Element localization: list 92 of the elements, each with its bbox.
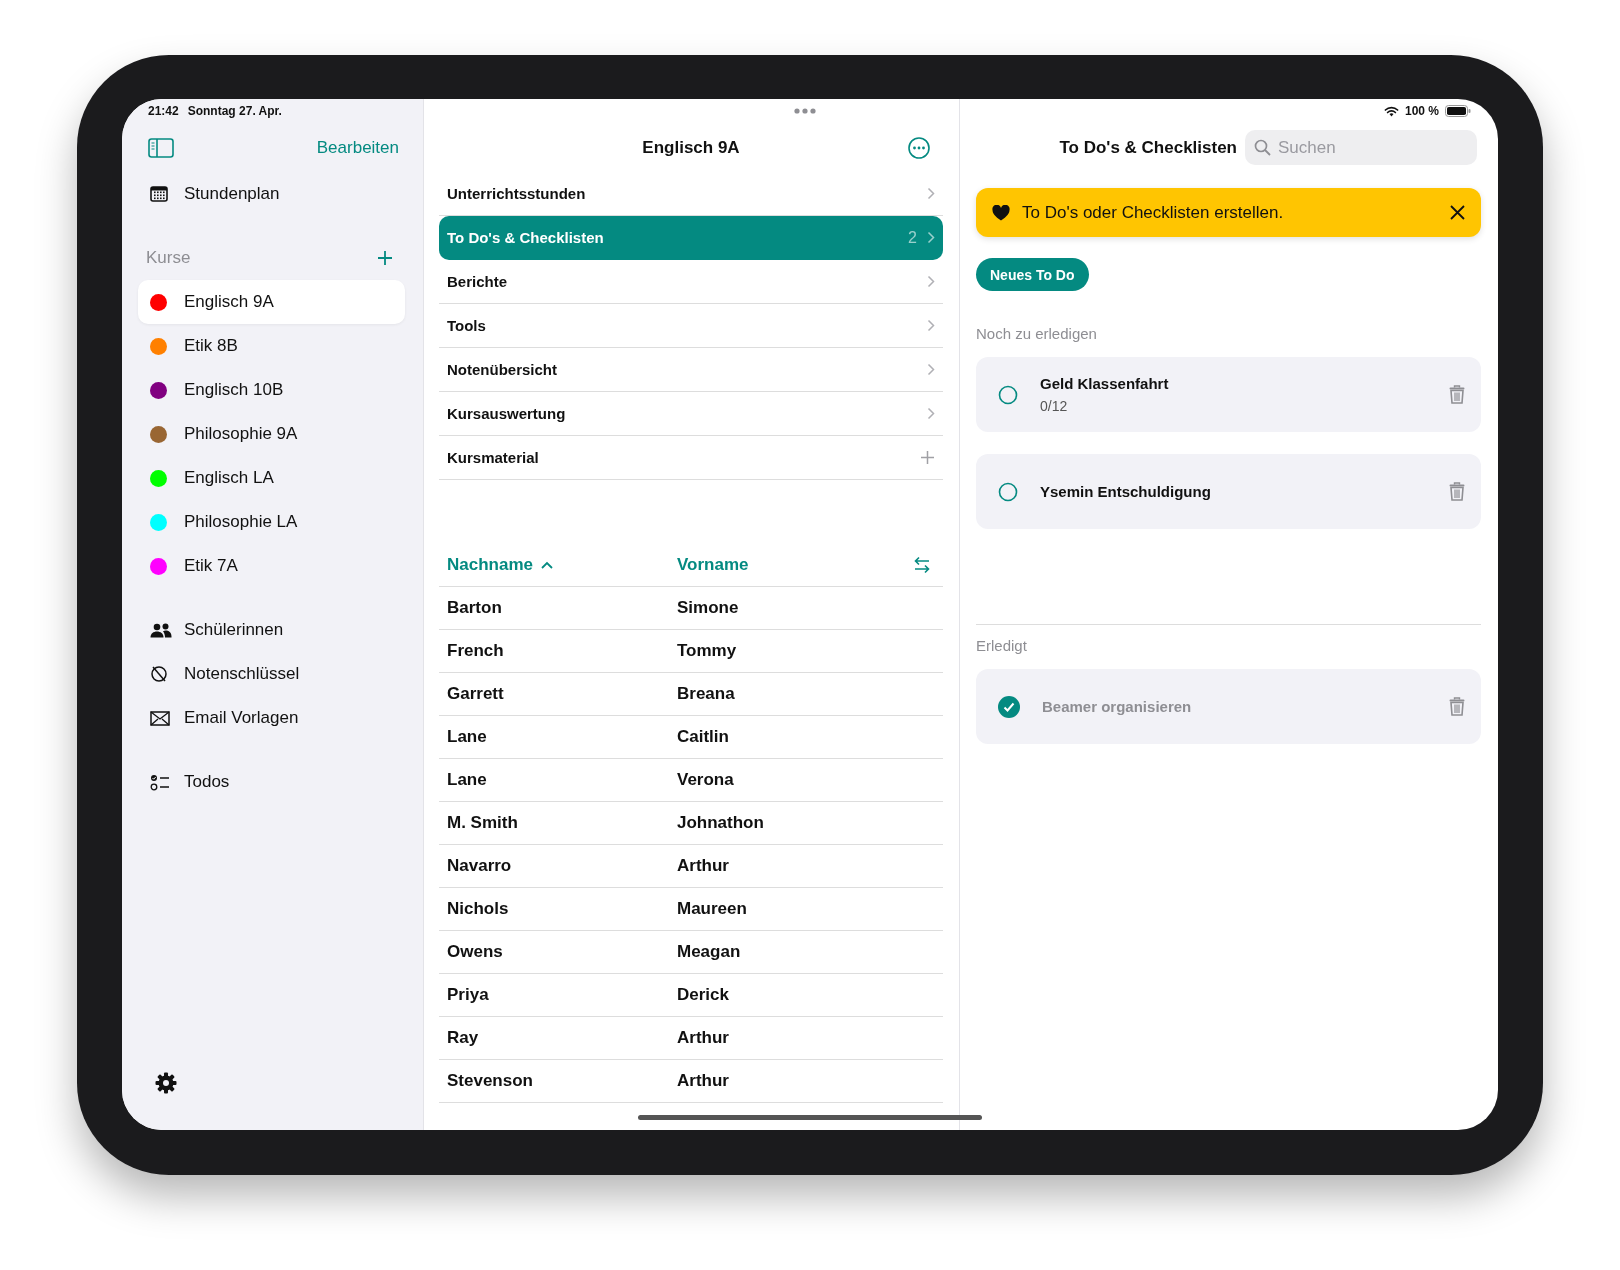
sidebar-item[interactable]: Notenschlüssel — [138, 652, 405, 696]
menu-row[interactable]: Tools — [439, 304, 943, 348]
menu-row[interactable]: Berichte — [439, 260, 943, 304]
course-item[interactable]: Englisch 10B — [138, 368, 405, 412]
empty-circle-icon[interactable] — [998, 384, 1018, 405]
slashed-circle-icon — [150, 665, 168, 683]
sidebar-item[interactable]: Schülerinnen — [138, 608, 405, 652]
section-header: Noch zu erledigen — [976, 324, 1097, 342]
todo-subtitle: 0/12 — [1040, 398, 1069, 414]
calendar-icon — [150, 186, 168, 202]
sort-caret-icon — [541, 560, 553, 569]
course-item[interactable]: Etik 7A — [138, 544, 405, 588]
panel-title: To Do's & Checklisten — [1059, 137, 1237, 158]
edit-button[interactable]: Bearbeiten — [316, 137, 399, 158]
chevron-icon — [927, 187, 935, 200]
heart-icon — [992, 204, 1010, 221]
multitasking-dots-icon[interactable] — [794, 108, 816, 114]
course-title: Englisch 9A — [642, 137, 740, 158]
column-header[interactable]: Vorname — [677, 554, 749, 575]
chevron-icon — [927, 319, 935, 332]
table-cell-text: Meagan — [677, 942, 742, 962]
more-icon[interactable] — [908, 136, 930, 159]
status-time: 21:42 — [148, 104, 179, 118]
table-cell-text: Arthur — [677, 856, 730, 876]
empty-circle-icon[interactable] — [998, 481, 1018, 502]
chevron-icon — [927, 407, 935, 420]
envelope-icon — [150, 710, 170, 726]
banner-text: To Do's oder Checklisten erstellen. — [1022, 202, 1285, 223]
trash-icon[interactable] — [1449, 697, 1465, 716]
table-cell-text: Arthur — [677, 1071, 730, 1091]
checklist-icon — [150, 773, 170, 791]
table-cell-text: Stevenson — [447, 1071, 534, 1091]
chevron-icon — [927, 363, 935, 376]
table-cell-text: Tommy — [677, 641, 738, 661]
table-cell-text: Derick — [677, 985, 730, 1005]
table-cell-text: Arthur — [677, 1028, 730, 1048]
menu-row[interactable]: To Do's & Checklisten 2 — [439, 216, 943, 260]
course-item[interactable]: Englisch LA — [138, 456, 405, 500]
course-item[interactable]: Englisch 9A — [138, 280, 405, 324]
todo-card[interactable]: Ysemin Entschuldigung — [976, 454, 1481, 529]
table-cell-text: Johnathon — [677, 813, 765, 833]
menu-row[interactable]: Notenübersicht — [439, 348, 943, 392]
table-cell-text: Nichols — [447, 899, 510, 919]
section-header: Erledigt — [976, 636, 1027, 654]
sidebar-toggle-icon[interactable] — [148, 137, 174, 158]
trash-icon[interactable] — [1449, 482, 1465, 501]
menu-row[interactable]: Kursauswertung — [439, 392, 943, 436]
sidebar-item[interactable]: Email Vorlagen — [138, 696, 405, 740]
course-item[interactable]: Philosophie 9A — [138, 412, 405, 456]
battery-icon — [1445, 105, 1471, 117]
table-cell-text: French — [447, 641, 505, 661]
table-cell-text: Lane — [447, 770, 488, 790]
table-cell-text: Lane — [447, 727, 488, 747]
sidebar-item[interactable]: Todos — [138, 760, 405, 804]
table-cell-text: Barton — [447, 598, 503, 618]
count-label: 2 — [908, 228, 917, 247]
people-icon — [150, 622, 172, 638]
column-header[interactable]: Nachname — [447, 554, 553, 575]
trash-icon[interactable] — [1449, 385, 1465, 404]
todo-title: Ysemin Entschuldigung — [1040, 483, 1212, 500]
todo-card[interactable]: Geld Klassenfahrt 0/12 — [976, 357, 1481, 432]
battery-percentage: 100 % — [1404, 104, 1439, 118]
checked-circle-icon[interactable] — [998, 695, 1020, 718]
course-item[interactable]: Etik 8B — [138, 324, 405, 368]
wifi-icon — [1383, 105, 1399, 117]
table-cell-text: M. Smith — [447, 813, 519, 833]
menu-row[interactable]: Kursmaterial — [439, 436, 943, 480]
todo-title: Beamer organisieren — [1042, 698, 1193, 715]
table-cell-text: Navarro — [447, 856, 513, 876]
table-cell-text: Verona — [677, 770, 735, 790]
swap-arrows-icon[interactable] — [913, 555, 931, 574]
table-cell-text: Priya — [447, 985, 490, 1005]
table-cell-text: Ray — [447, 1028, 480, 1048]
table-cell-text: Maureen — [677, 899, 748, 919]
table-cell-text: Breana — [677, 684, 736, 704]
table-cell-text: Simone — [677, 598, 740, 618]
table-cell-text: Owens — [447, 942, 504, 962]
settings-icon[interactable] — [155, 1072, 177, 1094]
new-todo-button[interactable]: Neues To Do — [976, 258, 1089, 291]
section-header: Kurse — [146, 248, 191, 268]
search-field[interactable]: Suchen — [1245, 130, 1477, 165]
table-cell-text: Caitlin — [677, 727, 730, 747]
add-icon[interactable] — [920, 450, 935, 465]
close-icon[interactable] — [1450, 205, 1465, 220]
todo-title: Geld Klassenfahrt — [1040, 375, 1170, 392]
sidebar-item[interactable]: Stundenplan — [138, 172, 405, 216]
chevron-icon — [927, 275, 935, 288]
table-cell-text: Garrett — [447, 684, 505, 704]
status-date: Sonntag 27. Apr. — [187, 104, 282, 118]
add-icon[interactable] — [377, 250, 393, 266]
course-item[interactable]: Philosophie LA — [138, 500, 405, 544]
chevron-icon — [927, 231, 935, 244]
